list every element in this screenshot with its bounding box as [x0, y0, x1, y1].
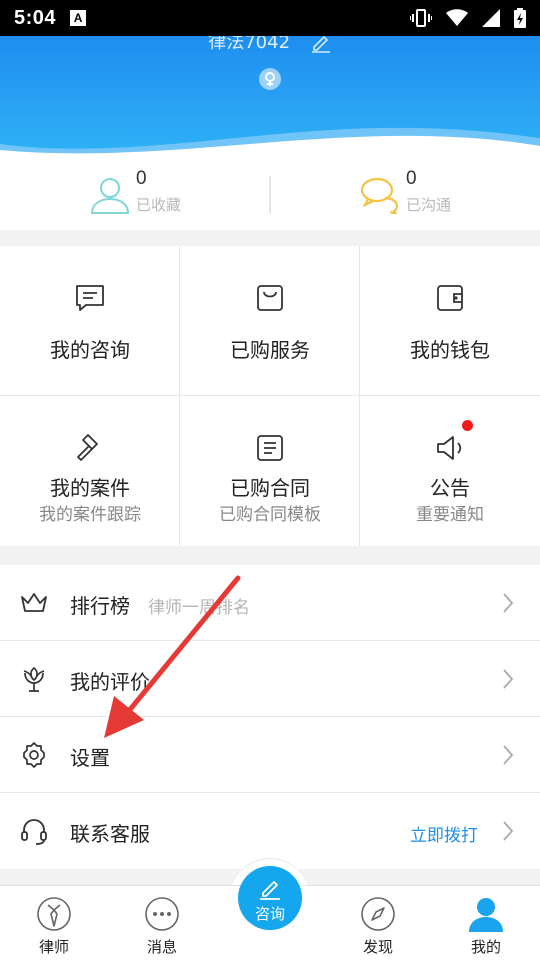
menu-my-reviews[interactable]: 我的评价 — [0, 641, 540, 717]
menu-title: 联系客服 — [70, 822, 150, 846]
grid-title: 我的咨询 — [50, 338, 130, 362]
unread-badge — [462, 420, 473, 431]
grid-title: 公告 — [430, 476, 470, 500]
consult-button[interactable]: 咨询 — [238, 866, 302, 930]
lawyer-tie-icon — [37, 897, 71, 931]
vibrate-icon — [410, 9, 432, 27]
shopping-bag-icon — [257, 285, 283, 311]
chevron-right-icon — [503, 593, 514, 613]
menu-ranking[interactable]: 排行榜 律师一周排名 — [0, 565, 540, 641]
tab-discover[interactable]: 发现 — [324, 886, 432, 960]
speaker-icon — [437, 436, 462, 460]
message-icon — [76, 285, 104, 311]
status-time: 5:04 — [14, 6, 57, 29]
tulip-icon — [23, 666, 45, 692]
tab-label: 律师 — [38, 938, 69, 956]
signal-icon — [482, 9, 500, 27]
menu-settings[interactable]: 设置 — [0, 717, 540, 793]
wifi-icon — [446, 9, 468, 26]
grid-my-wallet[interactable]: 我的钱包 — [360, 246, 540, 396]
menu-list: 排行榜 律师一周排名 我的评价 设置 联系客服 立即拨打 — [0, 565, 540, 869]
profile-header: 律法7042 — [0, 36, 540, 160]
pen-icon — [260, 881, 280, 900]
contacted-stat[interactable]: 0 已沟通 — [270, 160, 540, 230]
consult-label: 咨询 — [254, 905, 285, 923]
tab-lawyers[interactable]: 律师 — [0, 886, 108, 960]
gear-icon — [23, 742, 45, 768]
menu-title: 排行榜 — [70, 594, 130, 618]
gavel-icon — [77, 434, 98, 461]
compass-icon — [361, 897, 395, 931]
menu-title: 我的评价 — [70, 670, 150, 694]
grid-title: 我的案件 — [50, 476, 130, 500]
user-outline-icon — [90, 178, 130, 214]
grid-subtitle: 我的案件跟踪 — [39, 505, 141, 525]
profile-nickname: 律法7042 — [208, 36, 291, 53]
tab-label: 消息 — [146, 938, 177, 956]
feature-grid: 我的咨询 已购服务 我的钱包 我的案件 我的案件跟踪 已购合同 已购合同模板 公… — [0, 246, 540, 546]
grid-title: 我的钱包 — [410, 338, 490, 362]
chevron-right-icon — [503, 745, 514, 765]
tab-label: 发现 — [362, 938, 393, 956]
favorites-count: 0 — [136, 168, 147, 189]
chat-bubbles-icon — [360, 177, 399, 214]
profile-nickname-row: 律法7042 — [0, 36, 540, 54]
contacted-label: 已沟通 — [406, 196, 452, 214]
grid-subtitle: 已购合同模板 — [219, 505, 321, 525]
grid-my-cases[interactable]: 我的案件 我的案件跟踪 — [0, 396, 180, 546]
grid-subtitle: 重要通知 — [416, 505, 484, 525]
grid-purchased-services[interactable]: 已购服务 — [180, 246, 360, 396]
stats-row: 0 已收藏 0 已沟通 — [0, 160, 540, 230]
call-now-link[interactable]: 立即拨打 — [410, 821, 478, 846]
grid-title: 已购合同 — [230, 476, 310, 500]
gender-female-icon — [259, 68, 281, 90]
tab-mine[interactable]: 我的 — [432, 886, 540, 960]
favorites-stat[interactable]: 0 已收藏 — [0, 160, 270, 230]
user-filled-icon — [469, 898, 503, 932]
chevron-right-icon — [503, 821, 514, 841]
wallet-icon — [437, 285, 463, 311]
crown-icon — [21, 593, 47, 612]
document-icon — [257, 435, 283, 461]
status-bar: 5:04 A — [0, 0, 540, 36]
grid-announcements[interactable]: 公告 重要通知 — [360, 396, 540, 546]
grid-my-consultations[interactable]: 我的咨询 — [0, 246, 180, 396]
edit-nickname-icon[interactable] — [310, 36, 332, 53]
tab-messages[interactable]: 消息 — [108, 886, 216, 960]
tab-label: 我的 — [470, 938, 501, 956]
headset-icon — [21, 819, 47, 845]
grid-title: 已购服务 — [230, 338, 310, 362]
message-dots-icon — [145, 897, 179, 931]
contacted-count: 0 — [406, 168, 417, 189]
header-wave — [0, 127, 540, 160]
notification-a-icon: A — [70, 10, 87, 26]
menu-subtitle: 律师一周排名 — [148, 598, 250, 618]
favorites-label: 已收藏 — [136, 196, 182, 214]
chevron-right-icon — [503, 669, 514, 689]
menu-title: 设置 — [70, 746, 110, 770]
battery-icon — [514, 8, 526, 28]
grid-purchased-contracts[interactable]: 已购合同 已购合同模板 — [180, 396, 360, 546]
